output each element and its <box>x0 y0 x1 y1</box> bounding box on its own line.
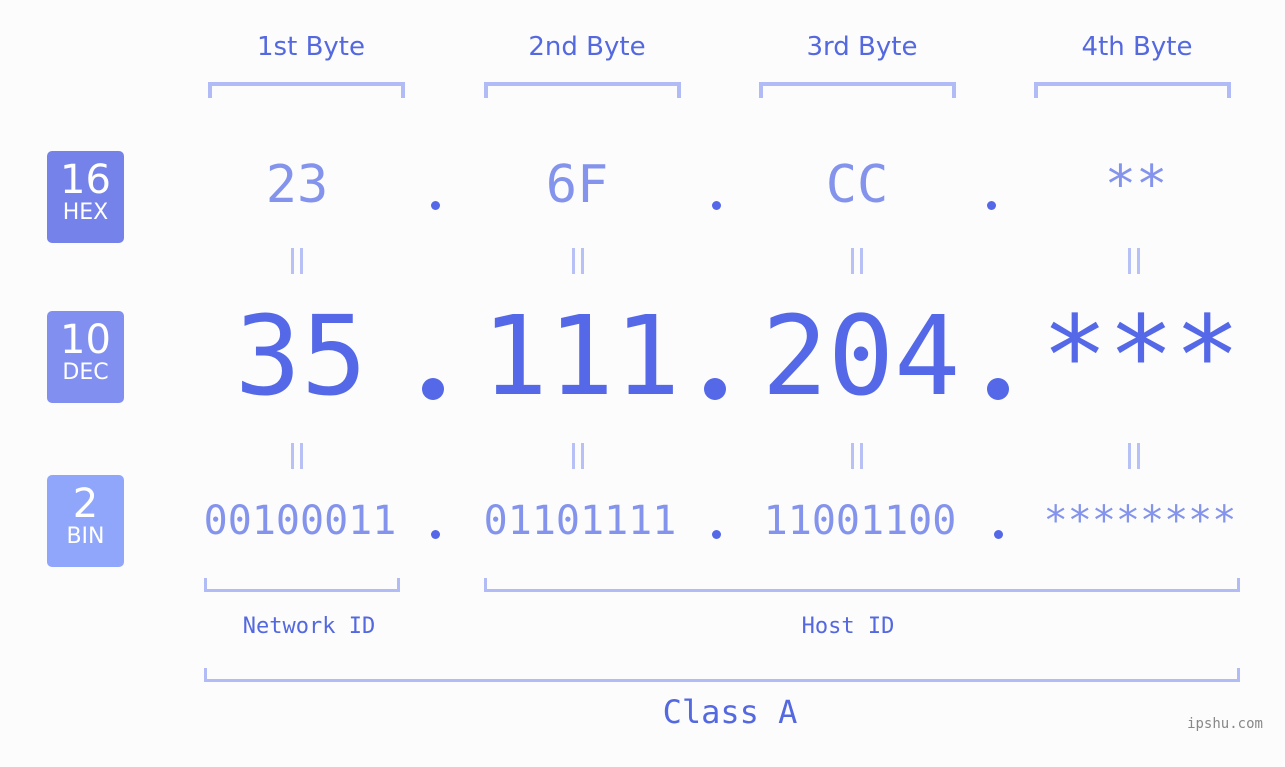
dec-value-4: *** <box>1041 292 1241 420</box>
dec-badge-base: 10 <box>60 317 111 363</box>
bin-dot-2 <box>712 530 721 539</box>
equals-icon <box>291 443 303 469</box>
byte-bracket-4 <box>1034 82 1231 98</box>
watermark: ipshu.com <box>1187 716 1263 732</box>
equals-icon <box>572 248 584 274</box>
hex-value-3: CC <box>825 155 889 215</box>
hex-badge-unit: HEX <box>62 200 109 225</box>
byte-bracket-2 <box>484 82 681 98</box>
equals-icon <box>291 248 303 274</box>
byte-label-3: 3rd Byte <box>806 32 918 62</box>
class-label: Class A <box>662 693 798 731</box>
byte-bracket-1 <box>208 82 405 98</box>
hex-dot-1 <box>431 201 440 210</box>
bin-value-2: 01101111 <box>483 498 677 544</box>
bin-badge: 2 BIN <box>47 475 124 567</box>
hex-value-4: ** <box>1104 155 1168 215</box>
dec-value-1: 35 <box>234 292 368 420</box>
dec-dot-1 <box>422 378 444 400</box>
hex-dot-3 <box>987 201 996 210</box>
bin-value-4: ******** <box>1043 498 1237 544</box>
equals-icon <box>572 443 584 469</box>
dec-value-3: 204 <box>761 292 961 420</box>
bin-value-3: 11001100 <box>763 498 957 544</box>
byte-label-4: 4th Byte <box>1081 32 1193 62</box>
bin-badge-unit: BIN <box>66 524 105 549</box>
hex-value-2: 6F <box>545 155 609 215</box>
dec-dot-3 <box>987 378 1009 400</box>
equals-icon <box>851 248 863 274</box>
byte-label-2: 2nd Byte <box>528 32 646 62</box>
hex-dot-2 <box>712 201 721 210</box>
host-id-bracket <box>484 578 1240 592</box>
dec-badge: 10 DEC <box>47 311 124 403</box>
byte-label-1: 1st Byte <box>257 32 365 62</box>
hex-badge: 16 HEX <box>47 151 124 243</box>
bin-dot-3 <box>994 530 1003 539</box>
network-id-bracket <box>204 578 400 592</box>
dec-badge-unit: DEC <box>62 360 109 385</box>
equals-icon <box>1128 443 1140 469</box>
equals-icon <box>1128 248 1140 274</box>
bin-dot-1 <box>431 530 440 539</box>
class-bracket <box>204 668 1240 682</box>
bin-value-1: 00100011 <box>203 498 397 544</box>
bin-badge-base: 2 <box>72 481 99 527</box>
network-id-label: Network ID <box>242 614 376 639</box>
hex-badge-base: 16 <box>60 157 111 203</box>
byte-bracket-3 <box>759 82 956 98</box>
equals-icon <box>851 443 863 469</box>
host-id-label: Host ID <box>801 614 895 639</box>
hex-value-1: 23 <box>265 155 329 215</box>
dec-value-2: 111 <box>481 292 681 420</box>
dec-dot-2 <box>704 378 726 400</box>
